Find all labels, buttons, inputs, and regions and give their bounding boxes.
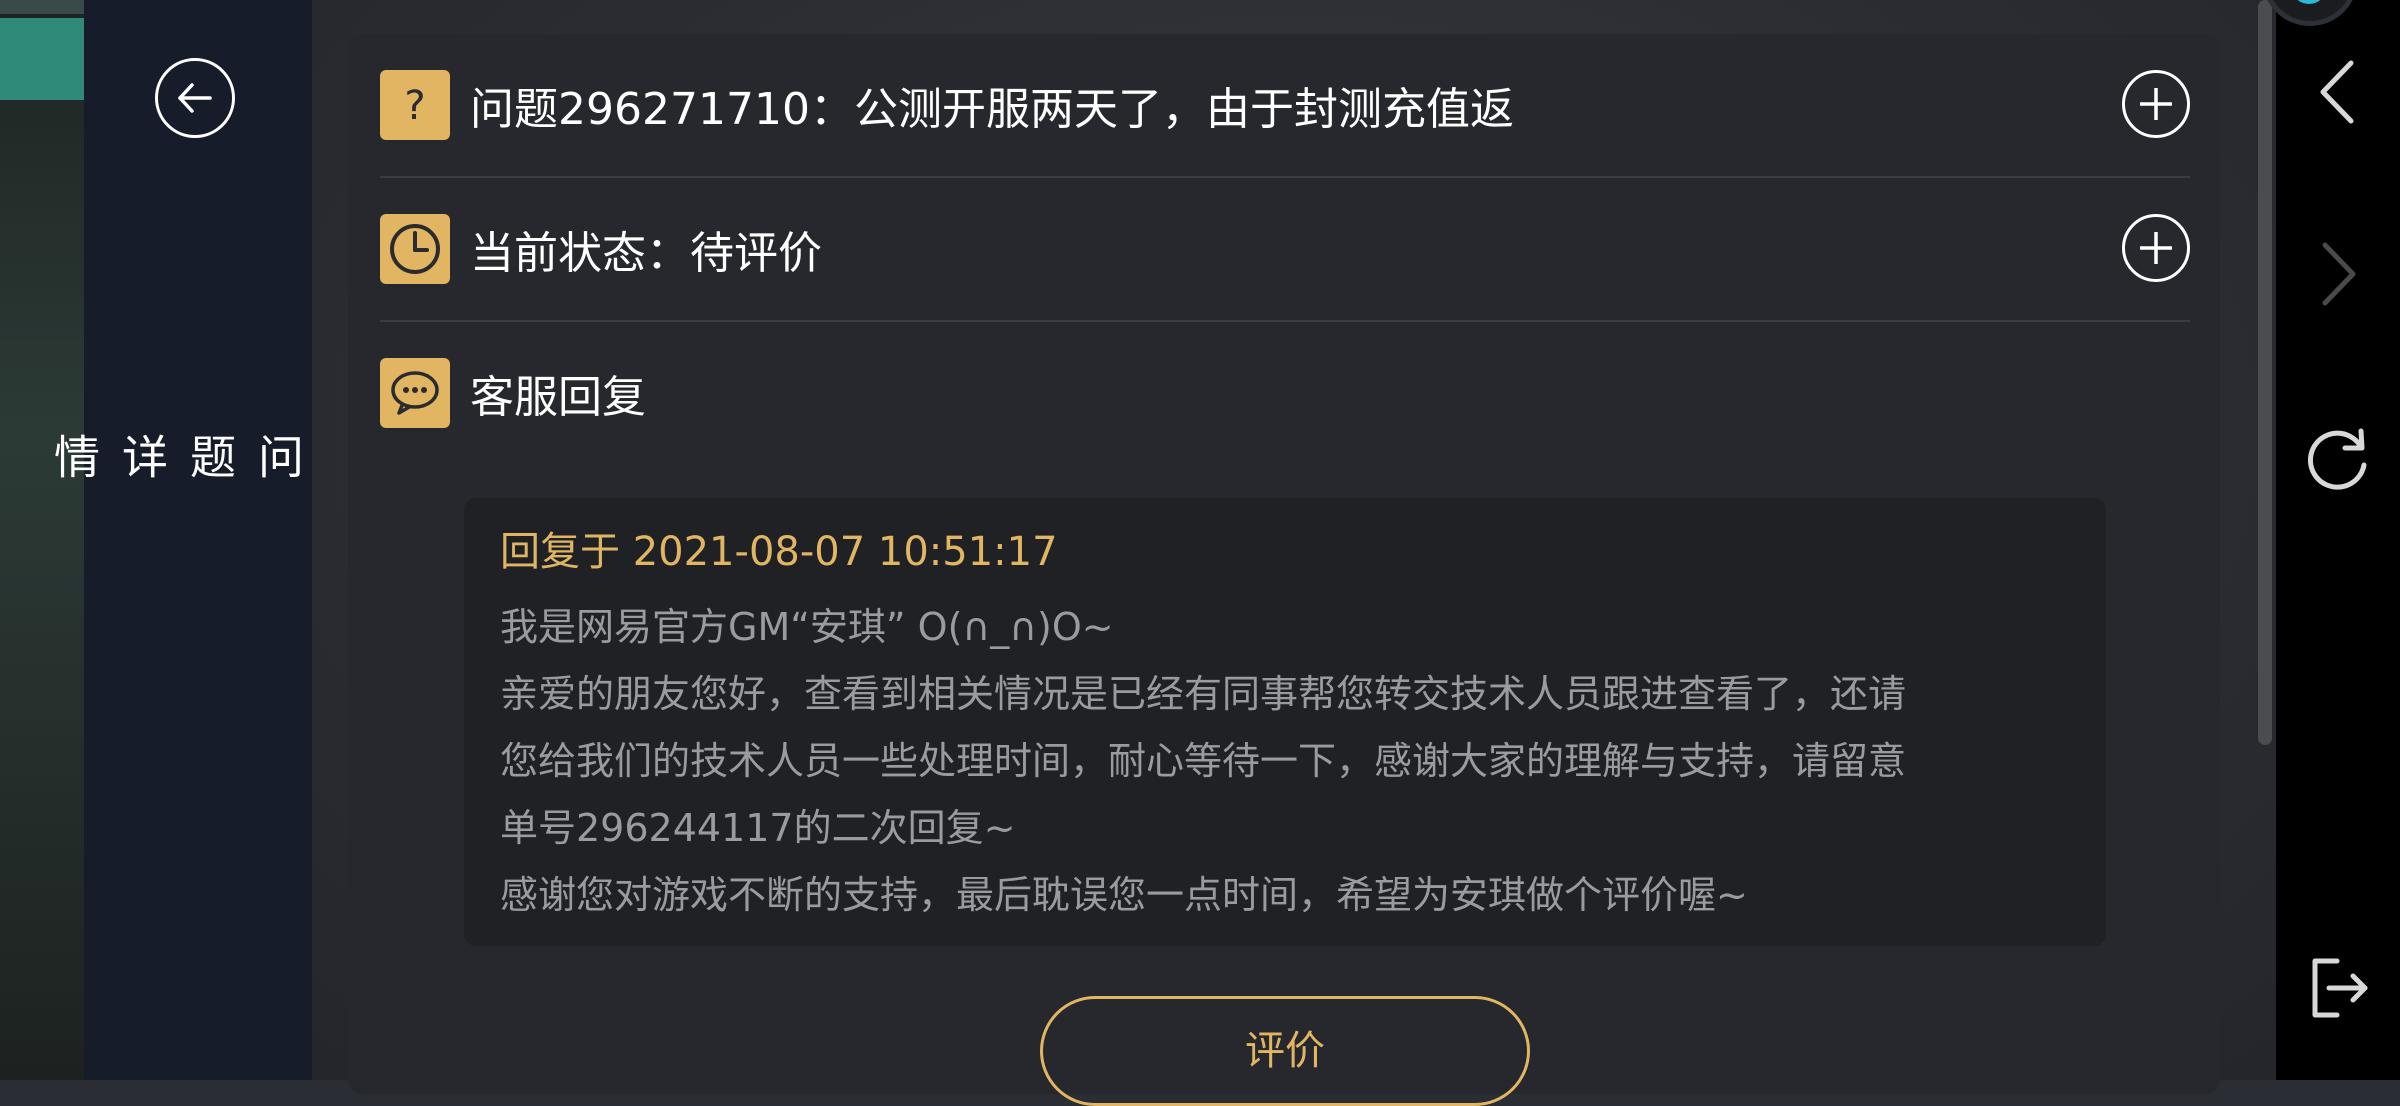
- arrow-left-icon: [178, 83, 212, 113]
- refresh-icon: [2308, 428, 2367, 490]
- reply-line: 亲爱的朋友您好，查看到相关情况是已经有同事帮您转交技术人员跟进查看了，还请: [500, 672, 1907, 716]
- clock-icon: [380, 214, 450, 284]
- expand-question-button[interactable]: [2122, 70, 2190, 138]
- back-button[interactable]: [155, 58, 235, 138]
- reply-line: 单号296244117的二次回复~: [500, 806, 1016, 850]
- page-title-char: 题: [183, 433, 237, 479]
- page-title: 问 题 详 情: [47, 306, 312, 606]
- chevron-right-icon: [2322, 242, 2356, 306]
- support-reply-row: 客服回复: [380, 322, 2190, 464]
- reply-line: 您给我们的技术人员一些处理时间，耐心等待一下，感谢大家的理解与支持，请留意: [500, 739, 1907, 783]
- reply-timestamp: 回复于 2021-08-07 10:51:17: [500, 529, 1058, 575]
- plus-icon: [2140, 88, 2172, 120]
- question-row: ? 问题296271710：公测开服两天了，由于封测充值返: [380, 34, 2190, 178]
- plus-icon: [2140, 232, 2172, 264]
- nav-exit-button[interactable]: [2296, 946, 2380, 1030]
- reply-line: 感谢您对游戏不断的支持，最后耽误您一点时间，希望为安琪做个评价喔~: [500, 873, 1748, 917]
- exit-icon: [2312, 958, 2368, 1018]
- status-row: 当前状态：待评价: [380, 178, 2190, 322]
- scrollbar[interactable]: [2258, 0, 2272, 745]
- chat-bubble-icon: [380, 358, 450, 428]
- background-bar: [0, 0, 84, 14]
- reply-box: 回复于 2021-08-07 10:51:17 我是网易官方GM“安琪” O(∩…: [464, 498, 2106, 946]
- svg-text:?: ?: [404, 83, 425, 129]
- nav-refresh-button[interactable]: [2296, 416, 2380, 500]
- nav-forward-button[interactable]: [2296, 232, 2380, 316]
- system-nav-bar: [2276, 0, 2400, 1080]
- status-text: 当前状态：待评价: [470, 228, 822, 279]
- question-icon: ?: [380, 70, 450, 140]
- reply-line: 我是网易官方GM“安琪” O(∩_∩)O~: [500, 605, 1114, 649]
- page-title-char: 详: [115, 433, 169, 479]
- chevron-left-icon: [2320, 60, 2354, 124]
- page-title-char: 问: [251, 433, 305, 479]
- background-teal-block: [0, 18, 84, 100]
- question-text: 问题296271710：公测开服两天了，由于封测充值返: [470, 84, 1514, 135]
- nav-back-button[interactable]: [2296, 50, 2380, 134]
- page-title-char: 情: [47, 433, 101, 479]
- expand-status-button[interactable]: [2122, 214, 2190, 282]
- support-reply-title: 客服回复: [470, 372, 646, 423]
- rate-button[interactable]: 评价: [1040, 996, 1530, 1106]
